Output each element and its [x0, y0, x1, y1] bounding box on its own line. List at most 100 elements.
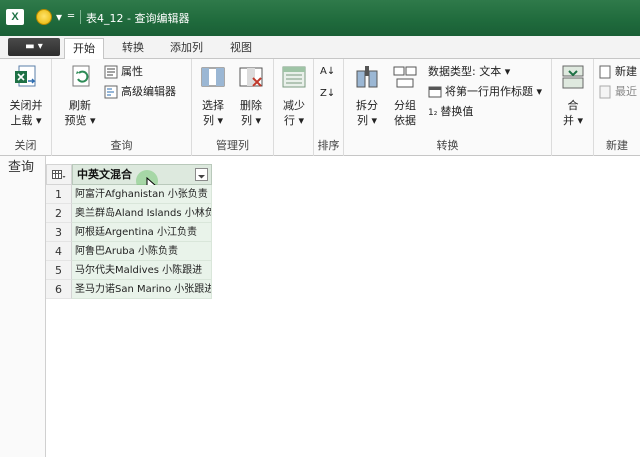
group-transform: 拆分 列 ▾ 分组 依据 数据类型: 文本 ▾ 将第一行用作标题 ▾ 1₂ 替换值… — [344, 59, 552, 156]
close-and-load-icon — [15, 65, 36, 87]
table-cell[interactable]: 圣马力诺San Marino 小张跟进 — [72, 280, 212, 299]
row-number: 6 — [46, 280, 72, 299]
choose-columns-label-1: 选择 — [202, 99, 224, 112]
title-separator — [80, 10, 81, 24]
group-new-query: 新建 最近 新建 — [594, 59, 640, 156]
qat-customize-icon[interactable]: ═ — [68, 9, 74, 25]
row-number: 5 — [46, 261, 72, 280]
reduce-rows-button[interactable]: 减少 行 ▾ — [277, 63, 311, 128]
group-manage-columns-label: 管理列 — [216, 139, 249, 152]
group-by-label-2: 依据 — [394, 114, 416, 127]
new-source-icon — [599, 65, 611, 79]
group-close-label: 关闭 — [14, 139, 37, 152]
properties-icon — [104, 65, 118, 79]
tab-transform[interactable]: 转换 — [114, 38, 152, 60]
sort-ascending-icon[interactable]: A↓ — [320, 63, 335, 81]
reduce-rows-icon — [282, 66, 306, 88]
tab-add-column[interactable]: 添加列 — [162, 38, 211, 60]
split-column-label-2: 列 ▾ — [356, 114, 378, 127]
choose-columns-icon — [201, 67, 225, 87]
row-number: 4 — [46, 242, 72, 261]
table-row[interactable]: 2 奥兰群岛Aland Islands 小林负 — [46, 204, 212, 223]
replace-values-button[interactable]: 1₂ 替换值 — [428, 103, 473, 121]
group-combine: 合 并 ▾ — [552, 59, 594, 156]
column-filter-dropdown-icon[interactable] — [195, 168, 208, 181]
properties-button[interactable]: 属性 — [104, 63, 143, 81]
queries-pane-label: 查询 — [8, 160, 35, 175]
merge-queries-label-2: 并 ▾ — [562, 114, 584, 127]
table-cell[interactable]: 马尔代夫Maldives 小陈跟进 — [72, 261, 212, 280]
use-first-row-as-headers-label: 将第一行用作标题 ▾ — [445, 85, 543, 98]
refresh-preview-label-2: 预览 ▾ — [64, 114, 96, 127]
file-menu-button[interactable]: ▬ ▾ — [8, 38, 60, 56]
data-preview-grid: 中英文混合 1 阿富汗Afghanistan 小张负责 2 奥兰群岛Aland … — [46, 156, 640, 457]
use-first-row-as-headers-button[interactable]: 将第一行用作标题 ▾ — [428, 83, 542, 101]
title-bar: X ▾ ═ 表4_12 - 查询编辑器 — [0, 0, 640, 36]
choose-columns-button[interactable]: 选择 列 ▾ — [196, 63, 230, 128]
table-row[interactable]: 5 马尔代夫Maldives 小陈跟进 — [46, 261, 212, 280]
table-cell[interactable]: 阿鲁巴Aruba 小陈负责 — [72, 242, 212, 261]
excel-app-icon[interactable]: X — [6, 9, 24, 25]
table-header-icon — [428, 86, 442, 98]
table-cell[interactable]: 奥兰群岛Aland Islands 小林负 — [72, 204, 212, 223]
tab-view[interactable]: 视图 — [222, 38, 260, 60]
replace-values-icon: 1₂ — [428, 108, 438, 118]
tab-home[interactable]: 开始 — [64, 38, 104, 60]
recent-sources-label: 最近 — [615, 85, 637, 98]
close-and-load-label-1: 关闭并 — [9, 99, 43, 112]
group-manage-columns: 选择 列 ▾ 删除 列 ▾ 管理列 — [192, 59, 274, 156]
remove-columns-icon — [239, 67, 263, 87]
table-row[interactable]: 4 阿鲁巴Aruba 小陈负责 — [46, 242, 212, 261]
properties-label: 属性 — [121, 65, 143, 78]
split-column-label-1: 拆分 — [356, 99, 378, 112]
merge-queries-icon — [562, 65, 584, 89]
table-cell[interactable]: 阿根廷Argentina 小江负责 — [72, 223, 212, 242]
advanced-editor-button[interactable]: 高级编辑器 — [104, 83, 176, 101]
group-by-button[interactable]: 分组 依据 — [388, 63, 422, 128]
merge-queries-label-1: 合 — [567, 99, 579, 112]
data-type-dropdown[interactable]: 数据类型: 文本 ▾ — [428, 63, 510, 81]
smiley-feedback-icon[interactable] — [36, 9, 52, 25]
table-menu-button[interactable] — [46, 164, 72, 185]
group-sort: A↓ Z↓ 排序 — [314, 59, 344, 156]
refresh-icon — [72, 65, 90, 87]
close-and-load-button[interactable]: 关闭并 上载 ▾ — [8, 63, 44, 128]
row-number: 2 — [46, 204, 72, 223]
refresh-preview-button[interactable]: 刷新 预览 ▾ — [62, 63, 98, 128]
remove-columns-button[interactable]: 删除 列 ▾ — [234, 63, 268, 128]
group-transform-label: 转换 — [436, 139, 459, 152]
row-number: 1 — [46, 185, 72, 204]
ribbon: 关闭并 上载 ▾ 关闭 刷新 预览 ▾ 属性 高级编辑器 查询 选择 列 ▾ 删… — [0, 59, 640, 156]
close-and-load-label-2: 上载 ▾ — [10, 114, 42, 127]
table-row[interactable]: 6 圣马力诺San Marino 小张跟进 — [46, 280, 212, 299]
split-column-button[interactable]: 拆分 列 ▾ — [350, 63, 384, 128]
group-query-label: 查询 — [110, 139, 133, 152]
remove-columns-label-1: 删除 — [240, 99, 262, 112]
ribbon-tab-row: ▬ ▾ 开始 转换 添加列 视图 — [0, 36, 640, 60]
recent-sources-icon — [599, 85, 611, 99]
reduce-rows-label-2: 行 ▾ — [283, 114, 305, 127]
table-cell[interactable]: 阿富汗Afghanistan 小张负责 — [72, 185, 212, 204]
replace-values-label: 替换值 — [440, 105, 474, 118]
queries-pane[interactable]: 查询 — [0, 156, 46, 457]
row-number: 3 — [46, 223, 72, 242]
group-new-query-label: 新建 — [606, 139, 628, 152]
new-source-label: 新建 — [615, 65, 637, 78]
new-source-button[interactable]: 新建 — [598, 63, 637, 81]
advanced-editor-label: 高级编辑器 — [121, 85, 176, 98]
advanced-editor-icon — [104, 85, 118, 99]
choose-columns-label-2: 列 ▾ — [202, 114, 224, 127]
remove-columns-label-2: 列 ▾ — [240, 114, 262, 127]
group-reduce-rows: 减少 行 ▾ — [274, 59, 314, 156]
merge-queries-button[interactable]: 合 并 ▾ — [556, 63, 590, 128]
group-by-label-1: 分组 — [394, 99, 416, 112]
table-row[interactable]: 1 阿富汗Afghanistan 小张负责 — [46, 185, 212, 204]
window-title: 表4_12 - 查询编辑器 — [86, 12, 190, 25]
recent-sources-button[interactable]: 最近 — [598, 83, 637, 101]
qat-dropdown-icon[interactable]: ▾ — [56, 9, 62, 25]
sort-descending-icon[interactable]: Z↓ — [320, 85, 335, 103]
column-header-label: 中英文混合 — [77, 168, 132, 181]
group-sort-label: 排序 — [317, 139, 340, 152]
table-row[interactable]: 3 阿根廷Argentina 小江负责 — [46, 223, 212, 242]
refresh-preview-label-1: 刷新 — [69, 99, 91, 112]
